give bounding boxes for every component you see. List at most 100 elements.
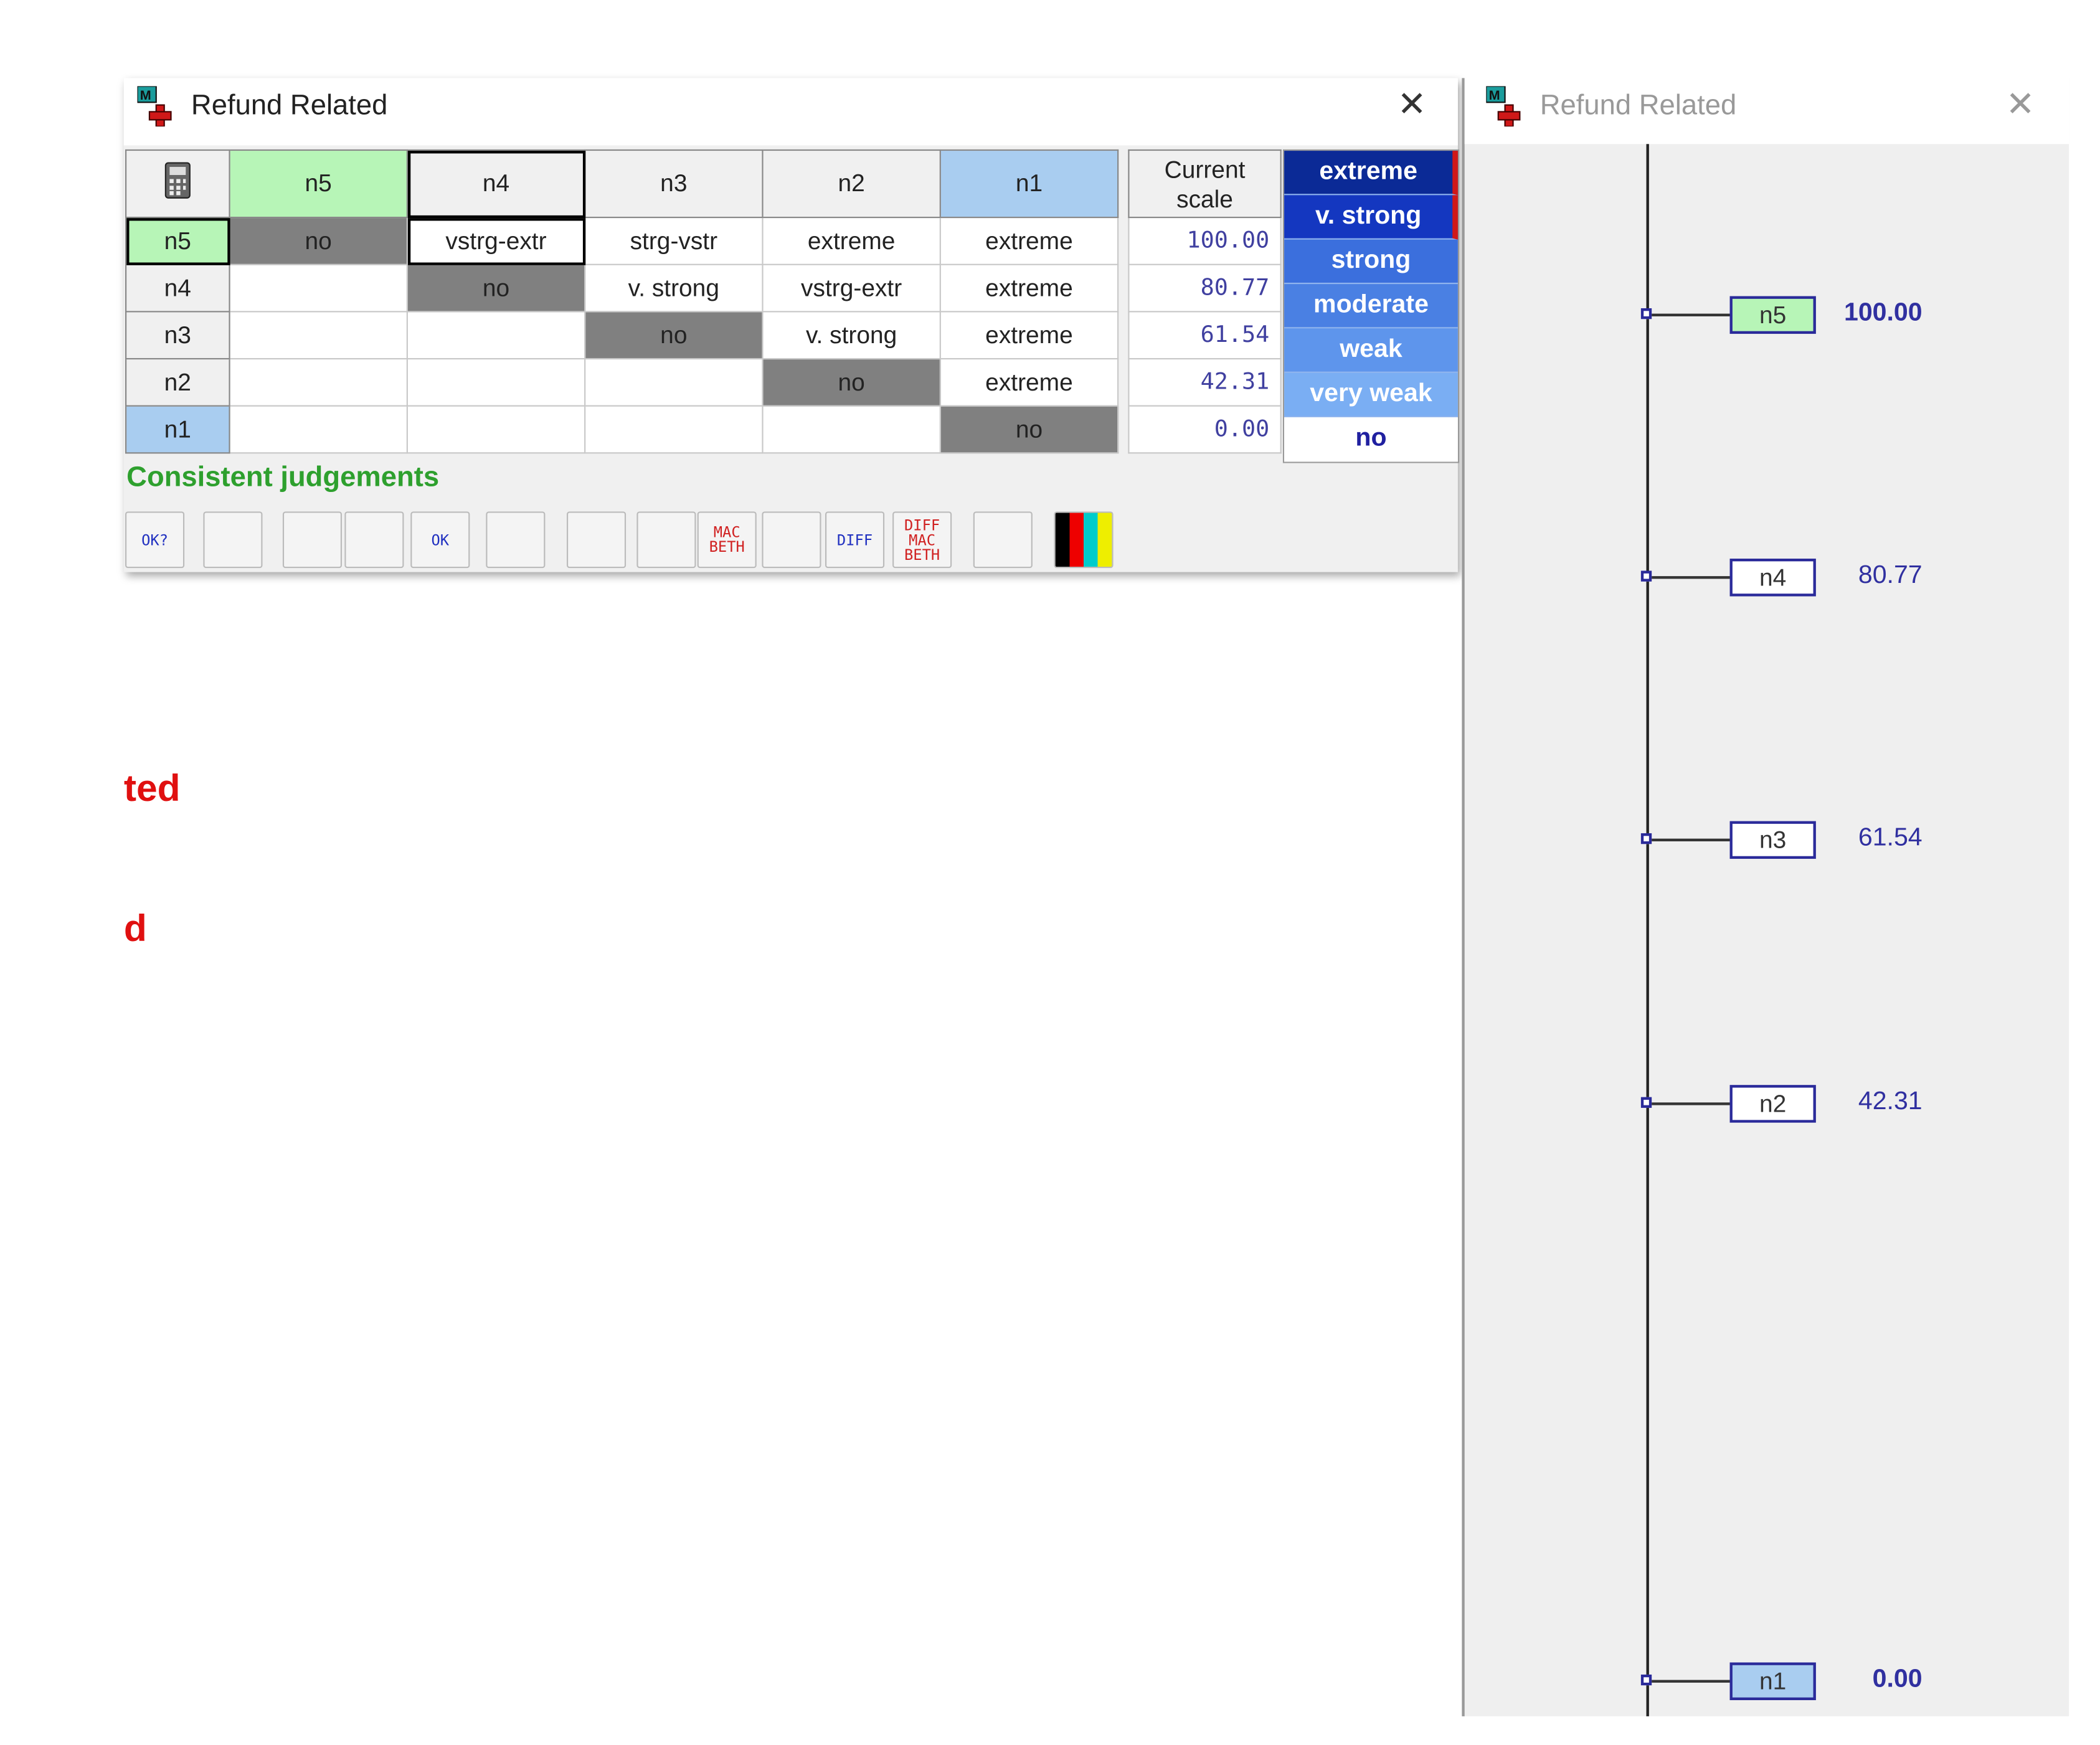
matrix-cell — [229, 311, 408, 360]
scale-value: 100.00 — [1128, 217, 1282, 265]
macbeth-matrix-icon[interactable]: MAC BETH — [697, 511, 757, 569]
matrix-cell — [406, 405, 586, 454]
palette-item-extreme[interactable]: extreme — [1284, 151, 1458, 196]
scale-window: M Refund Related ✕ n5 100.00 n4 80.77 n3 61.5… — [1462, 78, 2069, 1716]
matrix-to-scale-icon[interactable] — [566, 511, 627, 569]
matrix-cell — [584, 405, 764, 454]
connector-line — [1652, 313, 1730, 316]
row-header[interactable]: n2 — [125, 357, 230, 407]
judgement-matrix: n5 n4 n3 n2 n1 n5 no vstrg-extr strg-vst… — [125, 149, 1119, 454]
matrix-row: n4 no v. strong vstrg-extr extreme — [125, 263, 1119, 313]
consistency-check-icon[interactable]: OK? — [125, 511, 185, 569]
scale-node-value: 100.00 — [1843, 298, 1923, 328]
matrix-cell[interactable]: v. strong — [584, 263, 764, 313]
judgement-palette: extreme v. strong strong moderate weak very w… — [1282, 149, 1460, 463]
scale-value: 61.54 — [1128, 311, 1282, 360]
palette-item-moderate[interactable]: moderate — [1284, 284, 1458, 329]
row-header[interactable]: n3 — [125, 311, 230, 360]
calculator-icon[interactable] — [125, 149, 230, 219]
column-header[interactable]: n5 — [229, 149, 408, 219]
window-title: Refund Related — [191, 90, 388, 121]
matrix-row: n2 no extreme — [125, 357, 1119, 407]
toolbar-icon-label: MAC BETH — [709, 523, 745, 556]
diff-icon[interactable]: DIFF — [825, 511, 885, 569]
matrix-cell[interactable]: vstrg-extr — [762, 263, 941, 313]
suggestion-bulb-icon[interactable] — [282, 511, 343, 569]
scale-node-value: 61.54 — [1858, 824, 1923, 853]
matrix-row: n3 no v. strong extreme — [125, 311, 1119, 360]
matrix-cell[interactable]: v. strong — [762, 311, 941, 360]
current-scale-header: Current scale — [1128, 149, 1282, 219]
matrix-cell[interactable]: extreme — [939, 311, 1119, 360]
matrix-cell: no — [406, 263, 586, 313]
title-bar: M Refund Related ✕ — [1464, 78, 2069, 144]
background-label: d — [123, 907, 147, 949]
matrix-cell — [229, 405, 408, 454]
row-header[interactable]: n4 — [125, 263, 230, 313]
svg-text:M: M — [140, 87, 151, 103]
color-palette-icon[interactable] — [1054, 511, 1114, 569]
scale-anchor-marker — [1640, 570, 1652, 582]
scale-anchor-marker — [1640, 308, 1652, 319]
interval-icon[interactable] — [762, 511, 821, 569]
connector-line — [1652, 839, 1730, 842]
connector-line — [1652, 576, 1730, 579]
matrix-cell: no — [939, 405, 1119, 454]
palette-item-very-weak[interactable]: very weak — [1284, 372, 1458, 418]
header-line: scale — [1176, 185, 1233, 212]
column-header[interactable]: n3 — [584, 149, 764, 219]
matrix-cell[interactable]: extreme — [939, 357, 1119, 407]
svg-text:M: M — [1489, 87, 1500, 103]
add-nodes-icon[interactable] — [486, 511, 546, 569]
close-icon[interactable]: ✕ — [2006, 83, 2035, 125]
palette-item-no[interactable]: no — [1284, 417, 1458, 462]
column-header[interactable]: n1 — [939, 149, 1119, 219]
scale-axis — [1646, 144, 1649, 1716]
matrix-cell — [406, 357, 586, 407]
matrix-cell: no — [762, 357, 941, 407]
scale-anchor-marker — [1640, 833, 1652, 845]
row-header[interactable]: n1 — [125, 405, 230, 454]
bulb-icon[interactable] — [344, 511, 404, 569]
figure-scale-icon[interactable] — [973, 511, 1033, 569]
diff-macbeth-icon[interactable]: DIFF MAC BETH — [892, 511, 952, 569]
palette-item-weak[interactable]: weak — [1284, 328, 1458, 373]
matrix-cell[interactable]: extreme — [939, 263, 1119, 313]
window-title: Refund Related — [1540, 90, 1737, 121]
matrix-cell[interactable]: extreme — [939, 217, 1119, 265]
current-scale-column: Current scale 100.00 80.77 61.54 42.31 0.… — [1128, 149, 1282, 454]
macbeth-app-icon: M — [1486, 86, 1521, 127]
connector-line — [1652, 1680, 1730, 1683]
close-icon[interactable]: ✕ — [1398, 83, 1427, 125]
palette-item-v-strong[interactable]: v. strong — [1284, 195, 1458, 240]
background-label: ted — [123, 767, 181, 810]
matrix-cell[interactable]: extreme — [762, 217, 941, 265]
macbeth-app-icon: M — [137, 86, 172, 127]
connector-line — [1652, 1102, 1730, 1105]
scale-value: 42.31 — [1128, 357, 1282, 407]
refresh-icon[interactable] — [203, 511, 263, 569]
scale-anchor-marker — [1640, 1674, 1652, 1686]
matrix-row: n5 no vstrg-extr strg-vstr extreme extre… — [125, 217, 1119, 265]
column-header[interactable]: n4 — [406, 149, 586, 219]
matrix-cell[interactable]: strg-vstr — [584, 217, 764, 265]
bulb-ok-icon[interactable]: OK — [410, 511, 470, 569]
scale-node-value: 0.00 — [1872, 1665, 1923, 1694]
scale-list-icon[interactable] — [636, 511, 696, 569]
toolbar-icon-label: OK? — [141, 531, 169, 549]
toolbar-icon-label: DIFF — [836, 531, 873, 549]
matrix-row: n1 no — [125, 405, 1119, 454]
scale-value: 0.00 — [1128, 405, 1282, 454]
matrix-cell[interactable]: vstrg-extr — [406, 217, 586, 265]
matrix-cell: no — [584, 311, 764, 360]
scale-value: 80.77 — [1128, 263, 1282, 313]
title-bar: M Refund Related ✕ — [123, 78, 1458, 146]
matrix-cell — [762, 405, 941, 454]
matrix-cell — [229, 357, 408, 407]
matrix-cell — [406, 311, 586, 360]
column-header[interactable]: n2 — [762, 149, 941, 219]
toolbar-icon-label: OK — [431, 531, 450, 549]
palette-item-strong[interactable]: strong — [1284, 239, 1458, 285]
row-header[interactable]: n5 — [125, 217, 230, 265]
matrix-cell: no — [229, 217, 408, 265]
